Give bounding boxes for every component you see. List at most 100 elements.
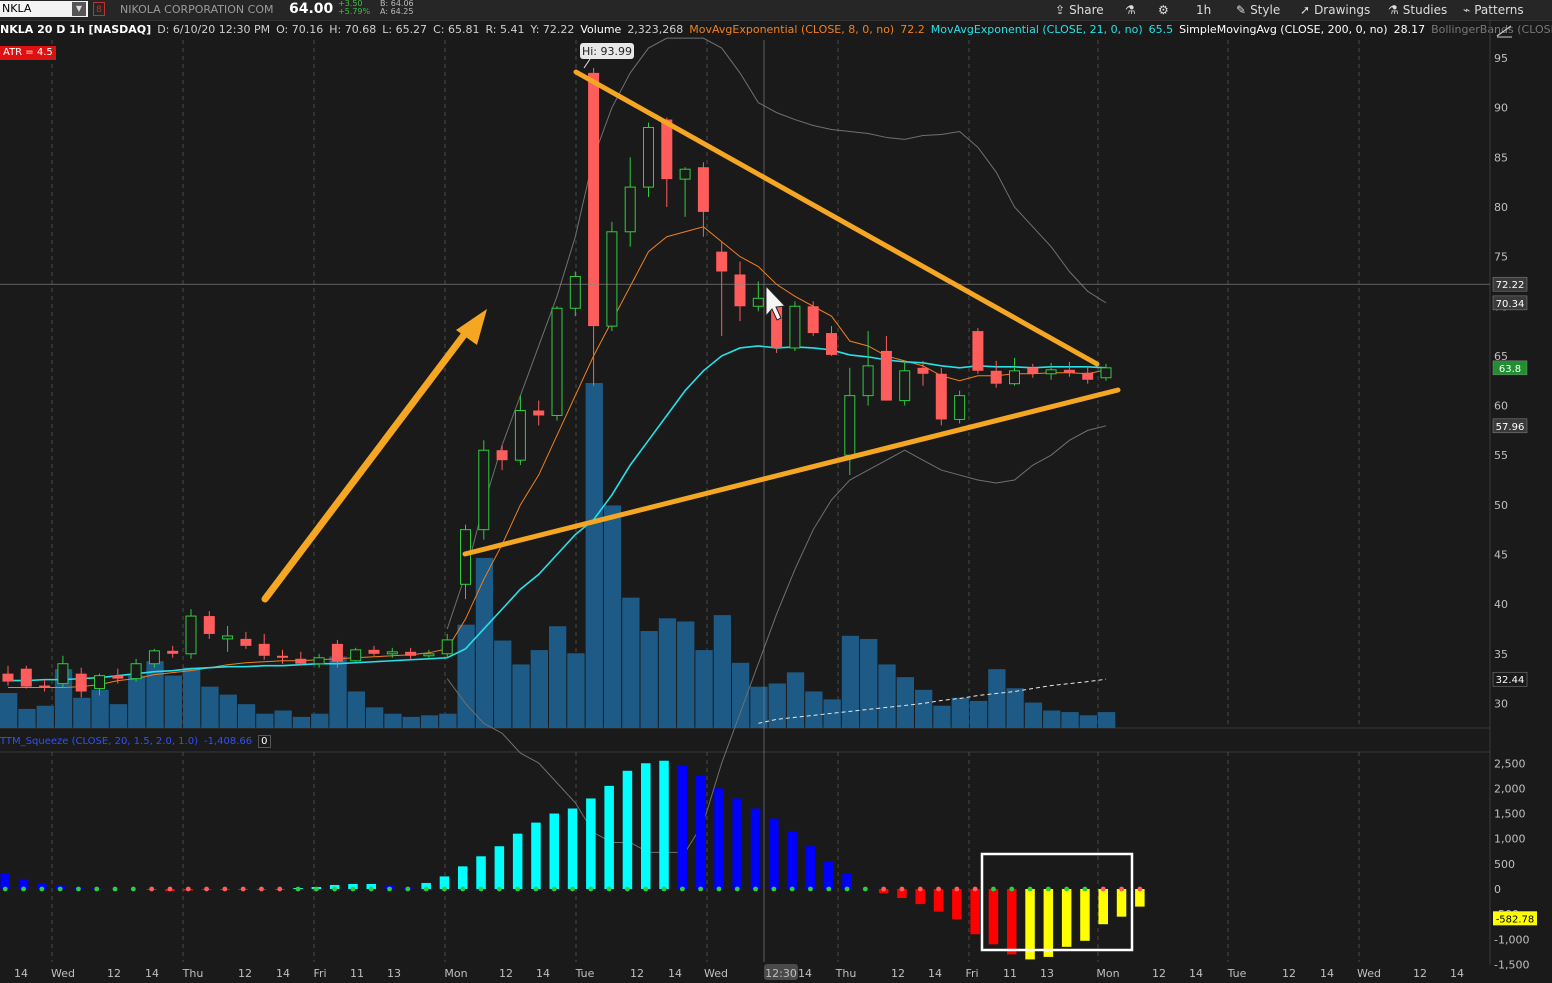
squeeze-bar [677, 765, 688, 889]
squeeze-bar [1116, 889, 1127, 917]
x-tick-label: 12 [499, 967, 513, 980]
hi-label-pointer [583, 58, 591, 69]
squeeze-dot [936, 886, 941, 892]
squeeze-dot [533, 886, 539, 892]
squeeze-dot [1082, 886, 1088, 892]
candle-body [569, 275, 581, 309]
squeeze-bar [750, 808, 761, 889]
volume-bar [768, 683, 786, 728]
candle-body [130, 663, 142, 680]
squeeze-bar [714, 788, 724, 889]
squeeze-dot [1045, 886, 1051, 892]
squeeze-bar [641, 763, 651, 889]
squeeze-dot [2, 886, 8, 892]
x-tick-label: 12 [1282, 967, 1296, 980]
x-tick-label: Wed [1357, 967, 1381, 980]
trendline-lower [462, 387, 1121, 557]
squeeze-dot [478, 886, 484, 892]
squeeze-bar [512, 833, 523, 889]
highlight-box [980, 852, 1134, 952]
volume-bar [805, 691, 823, 728]
volume-bar [494, 640, 512, 728]
x-tick-label: Fri [313, 967, 326, 980]
squeeze-bar [824, 861, 834, 889]
x-tick-label: 14 [1189, 967, 1203, 980]
squeeze-bar [458, 866, 468, 889]
candle-body [20, 668, 32, 687]
squeeze-bar [732, 798, 742, 889]
volume-bar [1006, 688, 1024, 728]
y-tick-label: 1,500 [1494, 808, 1526, 821]
volume-bar [530, 650, 548, 728]
volume-bar [420, 715, 439, 728]
squeeze-bar [494, 846, 505, 889]
volume-bar [292, 716, 311, 728]
squeeze-dot [167, 886, 173, 892]
volume-bar [439, 713, 457, 728]
x-tick-label: Thu [835, 967, 857, 980]
squeeze-dot [350, 886, 356, 892]
volume-bar [512, 664, 530, 728]
x-tick-label: 13 [387, 967, 401, 980]
price-tag: 72.22 [1496, 280, 1525, 291]
y-tick-label: -1,000 [1494, 933, 1529, 946]
squeeze-dot [515, 886, 521, 892]
candle-body [826, 333, 837, 355]
candle-body [972, 331, 984, 371]
volume-bar [750, 686, 768, 728]
squeeze-bar [1098, 889, 1108, 925]
volume-bar [329, 656, 347, 728]
candle-body [240, 638, 252, 646]
x-tick-label: 14 [798, 967, 812, 980]
x-tick-label: 14 [668, 967, 682, 980]
price-tag: 70.34 [1496, 299, 1525, 310]
candle-body [203, 616, 215, 634]
volume-bar [457, 624, 475, 728]
x-tick-label: Mon [444, 967, 467, 980]
candle-body [734, 274, 746, 307]
squeeze-dot [643, 886, 649, 892]
squeeze-bar [604, 785, 614, 889]
squeeze-bar [695, 775, 706, 889]
x-tick-label: 14 [1450, 967, 1464, 980]
volume-bar [1061, 712, 1079, 728]
x-tick-label: 11 [350, 967, 364, 980]
squeeze-bar [787, 831, 797, 889]
candle-body [185, 615, 197, 655]
squeeze-dot [332, 886, 338, 892]
x-tick-label: Wed [704, 967, 728, 980]
volume-bar [311, 713, 329, 728]
squeeze-bar [659, 760, 669, 889]
squeeze-dot [313, 886, 319, 892]
candle-body [478, 449, 490, 531]
volume-bar [73, 697, 91, 728]
squeeze-dot [917, 886, 923, 892]
hi-label: Hi: 93.99 [582, 45, 632, 58]
price-chart[interactable]: 30354045505560657075808590952,5002,0001,… [0, 0, 1552, 983]
volume-bar [969, 700, 988, 728]
squeeze-dot [753, 886, 758, 892]
y-tick-label: 80 [1494, 201, 1508, 214]
volume-bar [677, 621, 695, 728]
candle-body [222, 635, 234, 640]
squeeze-dot [972, 886, 978, 892]
squeeze-dot [1027, 886, 1033, 892]
squeeze-dot [862, 886, 868, 892]
volume-bar [567, 653, 585, 728]
squeeze-dot [1137, 886, 1143, 892]
squeeze-dot [899, 886, 905, 892]
candle-body [643, 127, 654, 188]
x-tick-label: Thu [182, 967, 204, 980]
volume-bar [713, 615, 731, 728]
candle-body [57, 663, 69, 685]
candle-body [807, 306, 819, 334]
squeeze-dot [1009, 886, 1015, 892]
volume-bar [347, 691, 365, 728]
volume-bar [915, 689, 933, 728]
y-tick-label: 30 [1494, 697, 1508, 710]
candle-body [75, 673, 87, 692]
trendline-upper [573, 69, 1100, 367]
squeeze-bar [933, 889, 944, 912]
candle-body [1027, 367, 1039, 374]
squeeze-bar [549, 813, 559, 889]
